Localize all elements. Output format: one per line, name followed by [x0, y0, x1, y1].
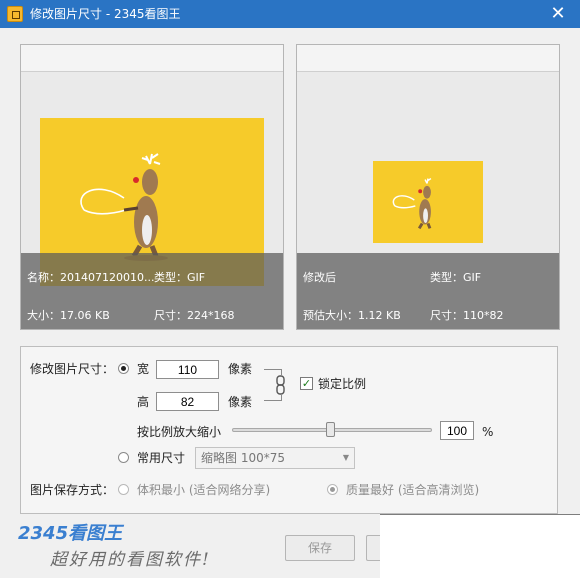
- height-unit: 像素: [228, 395, 253, 409]
- modified-preview-panel: 修改后 类型：GIF 预估大小：1.12 KB 尺寸：110*82: [296, 44, 560, 330]
- window-title: 修改图片尺寸 - 2345看图王: [30, 7, 181, 21]
- original-preview-panel: 名称：201407120010... 类型：GIF 大小：17.06 KB 尺寸…: [20, 44, 284, 330]
- modified-preview-header: [297, 45, 559, 72]
- height-label: 高: [137, 395, 150, 409]
- save-best-radio[interactable]: [327, 484, 338, 495]
- modified-label: 修改后: [303, 271, 336, 284]
- save-button[interactable]: 保存: [285, 535, 355, 561]
- save-mode-label: 图片保存方式：: [30, 483, 115, 497]
- save-best-label: 质量最好 (适合高清浏览): [346, 483, 480, 497]
- width-unit: 像素: [228, 362, 253, 376]
- brand-slogan: 超好用的看图软件!: [50, 550, 211, 570]
- original-dimensions: 尺寸：224*168: [154, 309, 235, 322]
- divider: [380, 514, 580, 515]
- save-smallest-radio[interactable]: [118, 484, 129, 495]
- original-type: 类型：GIF: [154, 271, 206, 284]
- scale-input[interactable]: [440, 421, 474, 440]
- chain-link-icon[interactable]: [276, 375, 285, 395]
- common-size-label: 常用尺寸: [137, 451, 186, 465]
- original-info-overlay: 名称：201407120010... 类型：GIF 大小：17.06 KB 尺寸…: [21, 253, 283, 329]
- original-size: 大小：17.06 KB: [27, 309, 110, 322]
- original-name: 名称：201407120010...: [27, 271, 155, 284]
- modified-type: 类型：GIF: [430, 271, 482, 284]
- lock-ratio-label: 锁定比例: [318, 377, 367, 391]
- modified-info-overlay: 修改后 类型：GIF 预估大小：1.12 KB 尺寸：110*82: [297, 253, 559, 329]
- close-button[interactable]: ✕: [544, 2, 572, 26]
- scale-label: 按比例放大缩小: [137, 425, 222, 439]
- modified-image: [373, 161, 483, 243]
- scale-slider-thumb[interactable]: [326, 422, 335, 437]
- width-label: 宽: [137, 362, 150, 376]
- height-input[interactable]: [156, 392, 219, 411]
- custom-size-radio[interactable]: [118, 363, 129, 374]
- brand-logo: 2345看图王: [18, 519, 122, 545]
- save-smallest-label: 体积最小 (适合网络分享): [137, 483, 271, 497]
- width-input[interactable]: [156, 360, 219, 379]
- modify-size-label: 修改图片尺寸：: [30, 362, 115, 376]
- common-size-value: 缩略图 100*75: [201, 451, 285, 465]
- common-size-radio[interactable]: [118, 452, 129, 463]
- common-size-select[interactable]: 缩略图 100*75 ▼: [195, 447, 355, 469]
- blank-area: [380, 514, 580, 578]
- lock-ratio-checkbox[interactable]: ✓: [300, 377, 313, 390]
- modified-dimensions: 尺寸：110*82: [430, 309, 504, 322]
- chevron-down-icon: ▼: [342, 453, 349, 462]
- title-bar: 修改图片尺寸 - 2345看图王 ✕: [0, 0, 580, 28]
- deer-illustration-small: [392, 177, 432, 230]
- original-preview-header: [21, 45, 283, 72]
- scale-unit: %: [482, 425, 494, 439]
- brand-logo-text: 2345看图王: [18, 523, 123, 544]
- modified-est-size: 预估大小：1.12 KB: [303, 309, 401, 322]
- app-logo-icon: [7, 6, 23, 22]
